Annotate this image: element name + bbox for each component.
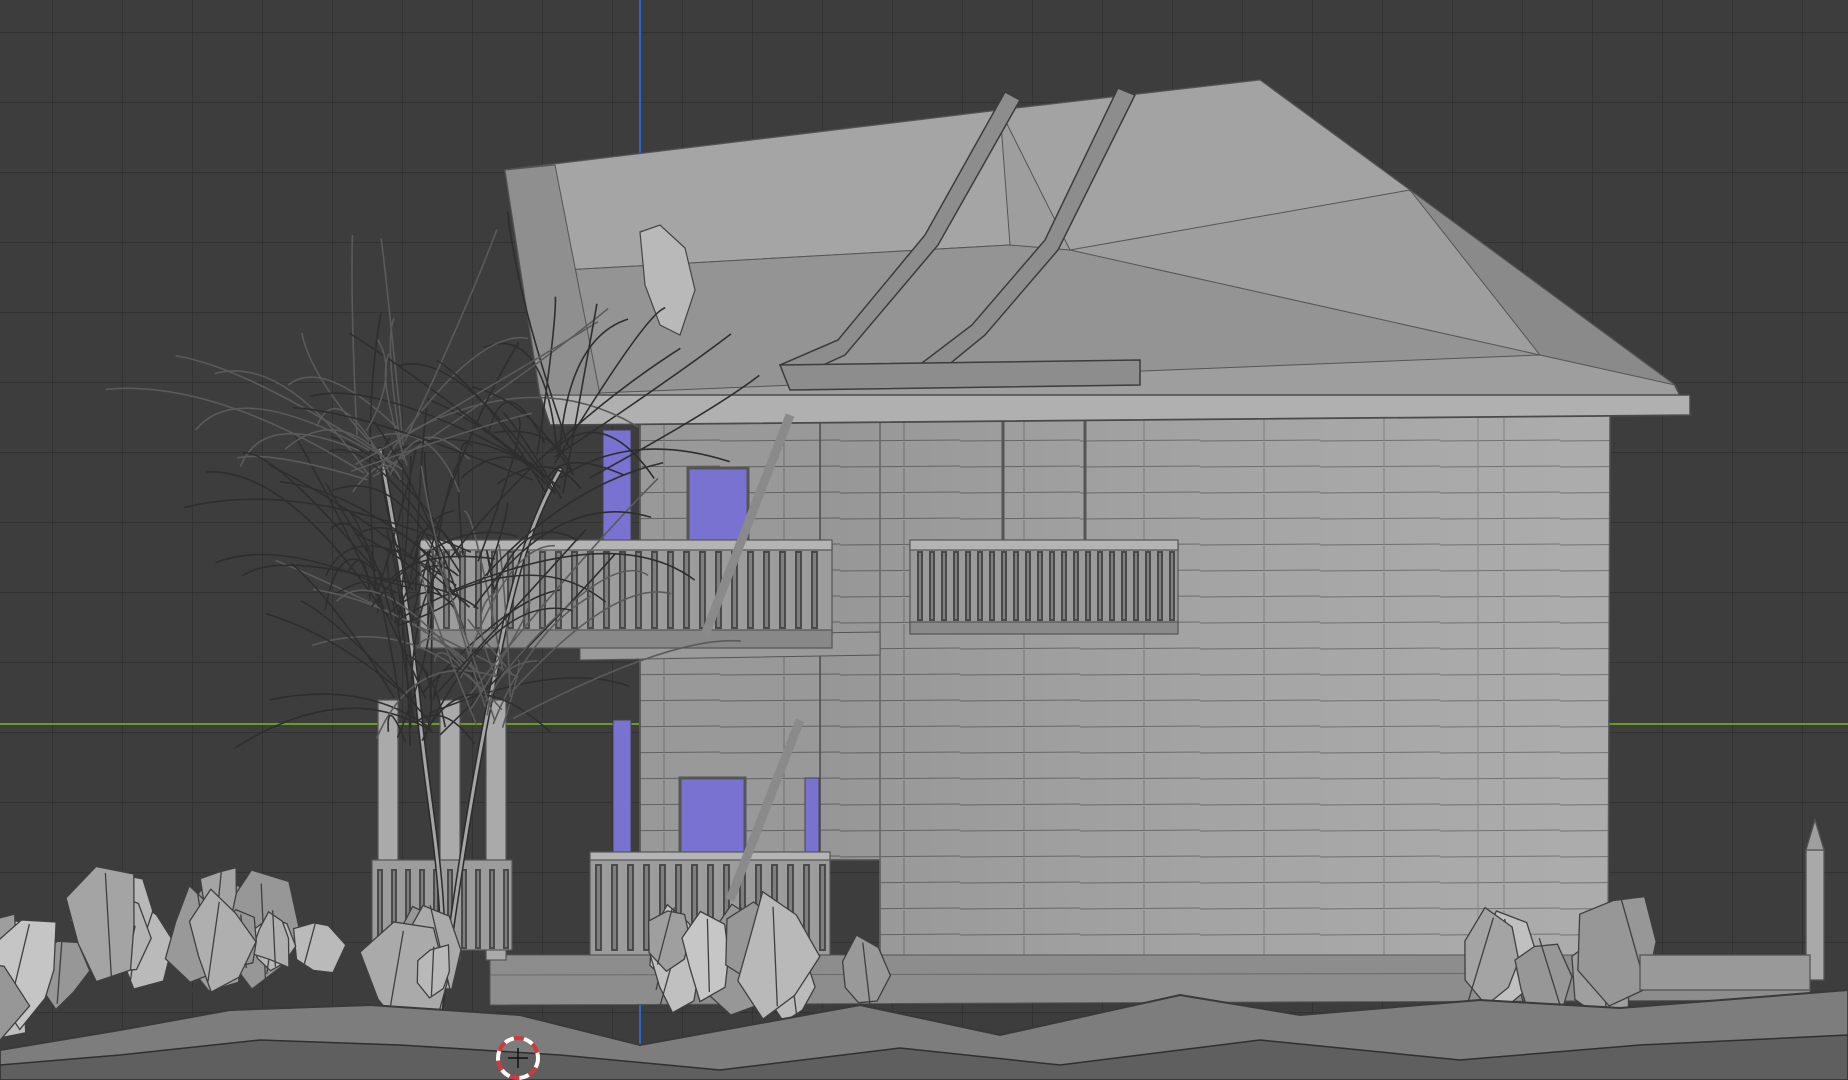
viewport-canvas[interactable] xyxy=(0,0,1848,1080)
3d-viewport[interactable] xyxy=(0,0,1848,1080)
